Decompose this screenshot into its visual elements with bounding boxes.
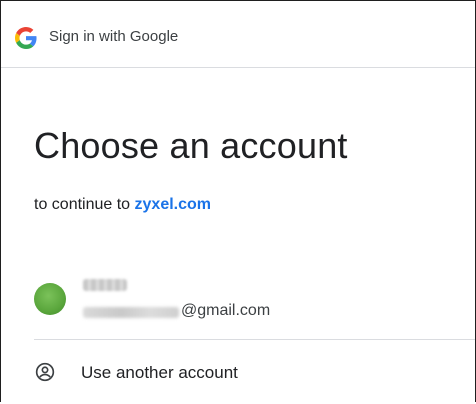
signin-dialog: Sign in with Google Choose an account to… xyxy=(0,0,476,402)
use-another-account-label: Use another account xyxy=(81,363,238,382)
page-title: Choose an account xyxy=(34,125,348,166)
subtitle-prefix: to continue to xyxy=(34,196,131,213)
avatar xyxy=(34,283,66,315)
google-g-icon xyxy=(15,27,37,49)
header-title: Sign in with Google xyxy=(49,28,179,45)
dialog-header: Sign in with Google xyxy=(1,1,475,68)
use-another-account-button[interactable]: Use another account xyxy=(1,340,475,404)
account-name-redacted xyxy=(83,279,127,291)
subtitle: to continue to zyxel.com xyxy=(34,196,211,214)
account-email-suffix: @gmail.com xyxy=(181,302,271,319)
account-email-redacted xyxy=(83,307,179,318)
person-circle-icon xyxy=(35,362,55,382)
site-link[interactable]: zyxel.com xyxy=(135,196,211,213)
account-list-item[interactable]: @gmail.com xyxy=(1,263,475,337)
